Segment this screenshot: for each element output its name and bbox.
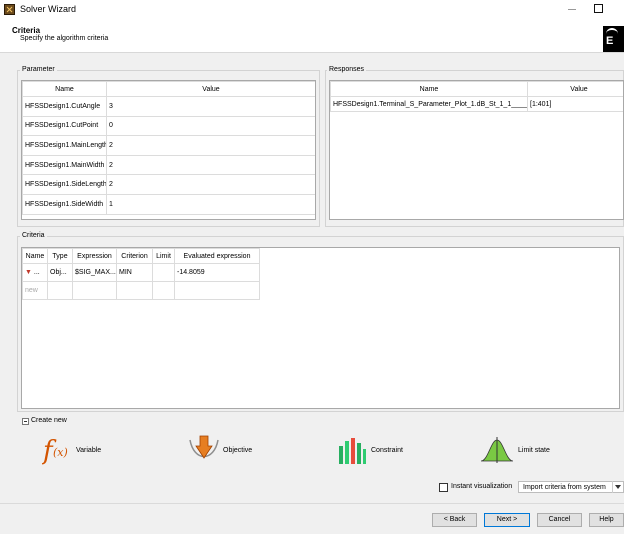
page-subtitle: Specify the algorithm criteria: [20, 35, 109, 42]
svg-text:(x): (x): [53, 446, 68, 459]
footer-divider: [0, 503, 624, 504]
chevron-down-icon[interactable]: [612, 481, 624, 493]
instant-visualization-label: Instant visualization: [451, 483, 513, 490]
create-limit-state-button[interactable]: Limit state: [480, 433, 560, 467]
parameter-value-cell: 2: [106, 174, 315, 195]
response-row[interactable]: HFSSDesign1.Terminal_S_Parameter_Plot_1.…: [330, 96, 623, 112]
parameter-row[interactable]: HFSSDesign1.SideWidth 1: [22, 193, 315, 215]
criteria-new-row[interactable]: new: [22, 281, 260, 300]
parameter-row[interactable]: HFSSDesign1.CutPoint 0: [22, 115, 315, 137]
response-value-cell: [1:401]: [527, 96, 623, 112]
parameter-name-cell: HFSSDesign1.MainLength: [22, 135, 107, 156]
constraint-icon: [339, 438, 366, 464]
title-bar: [0, 0, 624, 20]
criteria-col-limit[interactable]: Limit: [152, 248, 175, 264]
criteria-col-name[interactable]: Name: [22, 248, 48, 264]
criteria-col-type[interactable]: Type: [47, 248, 73, 264]
parameter-value-cell: 0: [106, 115, 315, 137]
create-new-collapse-toggle[interactable]: [22, 418, 29, 425]
responses-group-title: Responses: [327, 65, 367, 74]
variable-label: Variable: [76, 447, 102, 454]
app-icon: [4, 4, 15, 15]
parameter-name-cell: HFSSDesign1.SideWidth: [22, 193, 107, 215]
parameter-value-cell: 2: [106, 154, 315, 176]
criteria-col-criterion[interactable]: Criterion: [116, 248, 153, 264]
minimize-button[interactable]: [565, 2, 579, 16]
response-name-cell: HFSSDesign1.Terminal_S_Parameter_Plot_1.…: [330, 96, 528, 112]
parameter-value-cell: 2: [106, 135, 315, 156]
criteria-col-evaluated[interactable]: Evaluated expression: [174, 248, 260, 264]
parameter-row[interactable]: HFSSDesign1.CutAngle 3: [22, 96, 315, 117]
parameter-group-title: Parameter: [20, 65, 57, 74]
parameter-name-cell: HFSSDesign1.SideLength: [22, 174, 107, 195]
instant-visualization-checkbox[interactable]: [439, 483, 448, 492]
parameter-name-cell: HFSSDesign1.CutAngle: [22, 96, 107, 117]
criteria-row[interactable]: ▼ ... Obj... $SIG_MAX... MIN -14.8059: [22, 263, 260, 282]
limit-state-label: Limit state: [518, 447, 550, 454]
responses-table[interactable]: ^ Name Value HFSSDesign1.Terminal_S_Param…: [329, 80, 624, 220]
parameter-table[interactable]: ^ Name Value HFSSDesign1.CutAngle 3 HFSSDes…: [21, 80, 316, 220]
next-button[interactable]: Next >: [484, 513, 530, 527]
import-criteria-dropdown[interactable]: Import criteria from system: [518, 481, 624, 493]
parameter-row[interactable]: HFSSDesign1.MainWidth 2: [22, 154, 315, 176]
parameter-row[interactable]: HFSSDesign1.SideLength 2: [22, 174, 315, 195]
response-name-header[interactable]: ^ Name: [330, 81, 528, 97]
parameter-name-cell: HFSSDesign1.CutPoint: [22, 115, 107, 137]
help-button[interactable]: Help: [589, 513, 624, 527]
parameter-value-cell: 1: [106, 193, 315, 215]
create-objective-button[interactable]: Objective: [188, 433, 268, 467]
cancel-button[interactable]: Cancel: [537, 513, 582, 527]
objective-label: Objective: [223, 447, 253, 454]
objective-icon: [189, 435, 219, 459]
parameter-name-cell: HFSSDesign1.MainWidth: [22, 154, 107, 176]
criteria-table[interactable]: Name Type Expression Criterion Limit Eva…: [21, 247, 620, 409]
constraint-label: Constraint: [371, 447, 403, 454]
maximize-button[interactable]: [594, 4, 603, 13]
function-icon: f (x): [42, 436, 68, 466]
pin-icon: ▼: [25, 269, 32, 276]
page-title: Criteria: [12, 26, 41, 35]
limit-state-icon: [480, 437, 514, 463]
parameter-value-header[interactable]: Value: [106, 81, 315, 97]
parameter-value-cell: 3: [106, 96, 315, 117]
window-title: Solver Wizard: [20, 4, 77, 14]
create-new-label: Create new: [31, 417, 67, 424]
parameter-name-header[interactable]: ^ Name: [22, 81, 107, 97]
create-constraint-button[interactable]: Constraint: [336, 433, 416, 467]
criteria-group-title: Criteria: [20, 231, 47, 240]
logo: E: [603, 26, 624, 52]
parameter-row[interactable]: HFSSDesign1.MainLength 2: [22, 135, 315, 156]
create-variable-button[interactable]: f (x) Variable: [40, 433, 110, 467]
criteria-col-expression[interactable]: Expression: [72, 248, 117, 264]
response-value-header[interactable]: Value: [527, 81, 623, 97]
back-button[interactable]: < Back: [432, 513, 477, 527]
